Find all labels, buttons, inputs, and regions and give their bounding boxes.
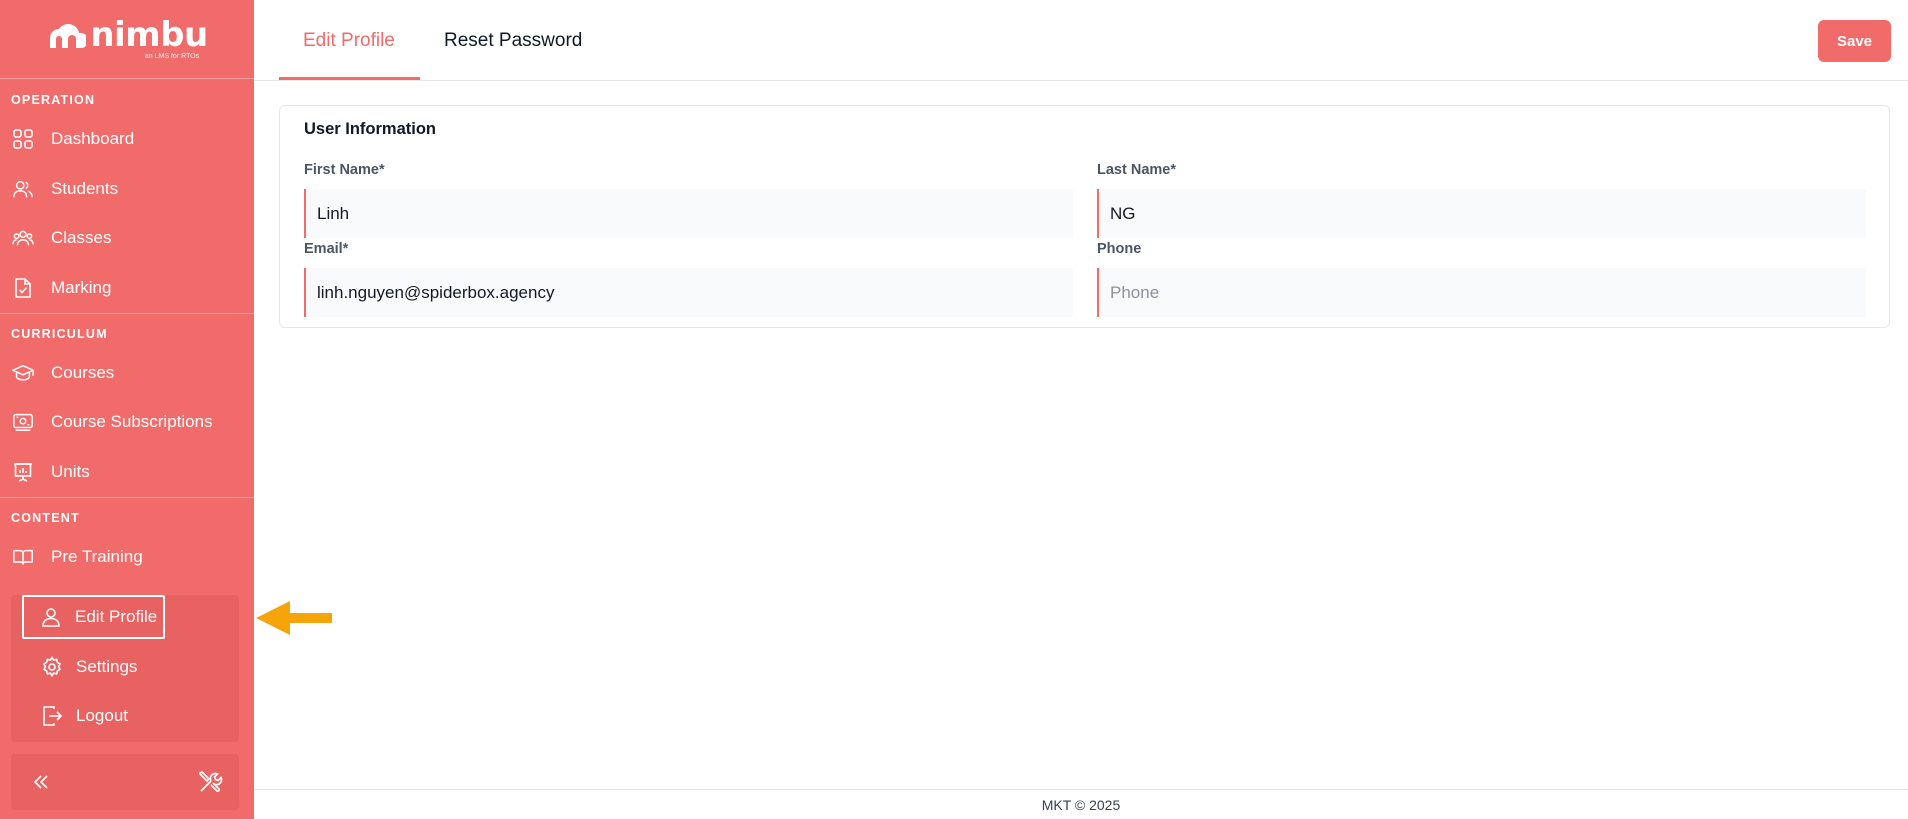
book-icon xyxy=(12,546,34,568)
active-tab-indicator xyxy=(279,77,420,80)
tab-edit-profile[interactable]: Edit Profile xyxy=(303,0,395,81)
subscriptions-icon xyxy=(12,411,34,433)
footer-text: MKT © 2025 xyxy=(1041,796,1121,813)
first-name-label: First Name* xyxy=(304,162,385,178)
account-panel: Edit Profile Settings Logout xyxy=(11,595,239,742)
brand-tagline: an LMS for RTOs xyxy=(144,53,200,60)
presentation-chart-icon xyxy=(12,461,34,483)
logout-icon xyxy=(41,705,63,727)
classes-icon xyxy=(12,227,34,249)
section-operation: OPERATION xyxy=(11,93,96,107)
sidebar-divider xyxy=(0,497,254,498)
dashboard-icon xyxy=(12,128,34,150)
last-name-field[interactable] xyxy=(1097,189,1866,238)
sidebar-item-students[interactable]: Students xyxy=(0,167,254,211)
first-name-field[interactable] xyxy=(304,189,1073,238)
logo[interactable]: nimbu an LMS for RTOs xyxy=(0,0,254,79)
account-item-logout[interactable]: Logout xyxy=(23,695,223,737)
cloud-logo-icon xyxy=(50,24,87,48)
account-item-edit-profile[interactable]: Edit Profile xyxy=(22,595,165,639)
footer: MKT © 2025 xyxy=(254,789,1908,819)
sidebar-divider xyxy=(0,313,254,314)
email-label: Email* xyxy=(304,241,349,257)
collapse-sidebar-icon[interactable] xyxy=(29,770,53,794)
sidebar-item-units[interactable]: Units xyxy=(0,450,254,494)
phone-field[interactable] xyxy=(1097,268,1866,317)
account-item-label: Settings xyxy=(76,657,138,676)
account-item-label: Logout xyxy=(76,706,128,725)
sidebar-item-pre-training[interactable]: Pre Training xyxy=(0,535,254,579)
gear-icon xyxy=(41,656,63,678)
sidebar-bottom-bar xyxy=(11,754,239,810)
sidebar-item-label: Students xyxy=(51,179,119,198)
annotation-arrow-icon xyxy=(256,601,332,635)
sidebar-item-marking[interactable]: Marking xyxy=(0,266,254,310)
brand-name: nimbu xyxy=(90,15,208,55)
sidebar-item-classes[interactable]: Classes xyxy=(0,216,254,260)
sidebar-item-label: Course Subscriptions xyxy=(51,412,213,431)
sidebar-item-label: Dashboard xyxy=(51,129,135,148)
sidebar: nimbu an LMS for RTOs OPERATION Dashboar… xyxy=(0,0,254,819)
sidebar-item-dashboard[interactable]: Dashboard xyxy=(0,117,254,161)
section-curriculum: CURRICULUM xyxy=(11,327,108,341)
sidebar-item-label: Pre Training xyxy=(51,547,143,566)
tools-icon[interactable] xyxy=(197,769,223,795)
account-item-label: Edit Profile xyxy=(75,607,158,626)
sidebar-item-course-subscriptions[interactable]: Course Subscriptions xyxy=(0,400,254,444)
students-icon xyxy=(12,178,34,200)
save-button[interactable]: Save xyxy=(1818,20,1891,62)
sidebar-item-label: Marking xyxy=(51,278,112,297)
user-information-card: User Information First Name* Last Name* … xyxy=(279,105,1890,328)
tab-reset-password[interactable]: Reset Password xyxy=(444,0,582,81)
sidebar-item-label: Courses xyxy=(51,363,115,382)
card-title: User Information xyxy=(304,120,437,138)
sidebar-item-label: Units xyxy=(51,462,90,481)
top-bar: Edit Profile Reset Password xyxy=(254,0,1908,81)
phone-label: Phone xyxy=(1097,241,1142,257)
sidebar-item-courses[interactable]: Courses xyxy=(0,351,254,395)
section-content: CONTENT xyxy=(11,511,80,525)
email-field[interactable] xyxy=(304,268,1073,317)
marking-icon xyxy=(12,277,34,299)
last-name-label: Last Name* xyxy=(1097,162,1176,178)
sidebar-item-label: Classes xyxy=(51,228,112,247)
account-item-settings[interactable]: Settings xyxy=(23,646,223,688)
graduation-cap-icon xyxy=(12,362,34,384)
user-icon xyxy=(40,606,62,628)
